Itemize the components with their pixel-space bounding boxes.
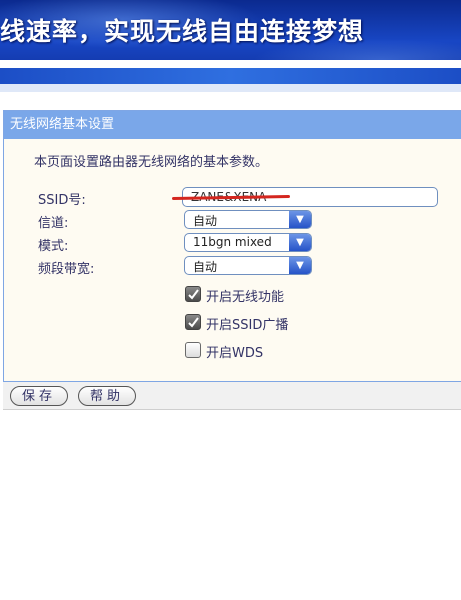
enable-wireless-label: 开启无线功能 [206, 290, 285, 305]
channel-value: 自动 [193, 214, 218, 228]
chevron-down-icon[interactable]: ▼ [289, 257, 311, 274]
ssid-label: SSID号: [38, 193, 86, 208]
save-button[interactable]: 保存 [10, 386, 68, 406]
chevron-down-icon[interactable]: ▼ [289, 211, 311, 228]
checkmark-icon [188, 289, 199, 300]
banner-stripe [0, 84, 461, 92]
bandwidth-value: 自动 [193, 260, 218, 274]
checkmark-icon [188, 317, 199, 328]
wds-label: 开启WDS [206, 346, 264, 361]
panel-description: 本页面设置路由器无线网络的基本参数。 [34, 155, 269, 170]
mode-value: 11bgn mixed [193, 235, 272, 249]
banner-stripe [0, 68, 461, 84]
panel-title: 无线网络基本设置 [4, 111, 461, 139]
wireless-settings-panel: 无线网络基本设置 本页面设置路由器无线网络的基本参数。 SSID号: 信道: 自… [3, 110, 461, 382]
mode-select[interactable]: 11bgn mixed ▼ [184, 233, 312, 252]
mode-label: 模式: [38, 239, 69, 254]
banner-stripe [0, 60, 461, 68]
bandwidth-select[interactable]: 自动 ▼ [184, 256, 312, 275]
wds-checkbox[interactable] [185, 342, 201, 358]
chevron-down-icon[interactable]: ▼ [289, 234, 311, 251]
header-banner: 线速率，实现无线自由连接梦想 [0, 0, 461, 92]
ssid-broadcast-checkbox[interactable] [185, 314, 201, 330]
help-button[interactable]: 帮助 [78, 386, 136, 406]
action-bar: 保存 帮助 [3, 382, 461, 410]
bandwidth-label: 频段带宽: [38, 262, 95, 277]
enable-wireless-checkbox[interactable] [185, 286, 201, 302]
channel-label: 信道: [38, 216, 69, 231]
ssid-broadcast-label: 开启SSID广播 [206, 318, 289, 333]
channel-select[interactable]: 自动 ▼ [184, 210, 312, 229]
banner-slogan: 线速率，实现无线自由连接梦想 [0, 17, 365, 46]
